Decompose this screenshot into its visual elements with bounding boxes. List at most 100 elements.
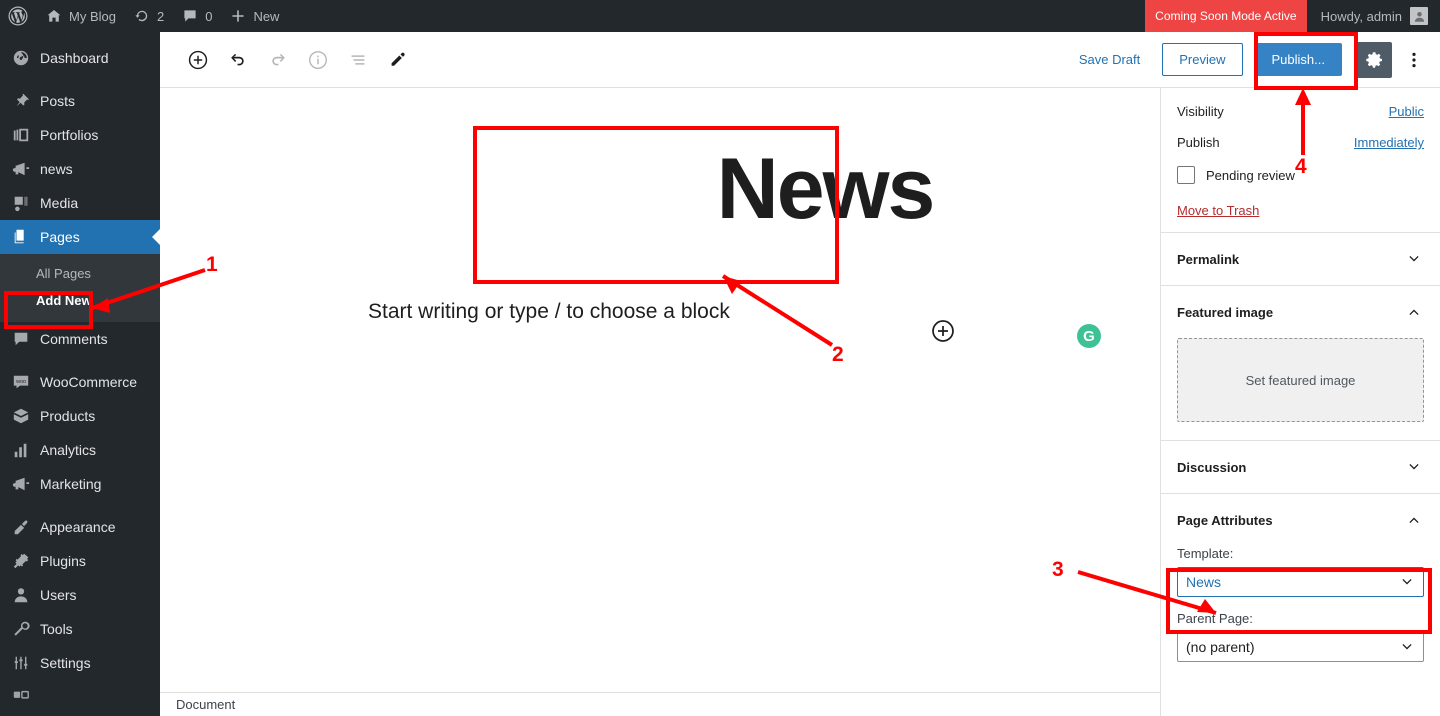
sidebar-item-plugins[interactable]: Plugins (0, 544, 160, 578)
pages-submenu: All Pages Add New (0, 254, 160, 322)
sidebar-item-marketing[interactable]: Marketing (0, 467, 160, 501)
set-featured-image-button[interactable]: Set featured image (1177, 338, 1424, 422)
chevron-down-icon (1409, 464, 1419, 470)
sidebar-item-posts[interactable]: Posts (0, 84, 160, 118)
move-to-trash-link[interactable]: Move to Trash (1177, 203, 1259, 218)
list-view-button[interactable] (340, 42, 376, 78)
sidebar-item-woocommerce[interactable]: woo WooCommerce (0, 365, 160, 399)
visibility-value-button[interactable]: Public (1389, 104, 1424, 119)
sidebar-item-comments[interactable]: Comments (0, 322, 160, 356)
seo-icon (11, 687, 31, 707)
admin-bar: My Blog 2 0 New Coming Soon Mode Active … (0, 0, 1440, 32)
home-icon (47, 10, 61, 22)
more-options-button[interactable] (1396, 42, 1432, 78)
sidebar-item-dashboard[interactable]: Dashboard (0, 41, 160, 75)
pencil-icon (391, 52, 405, 66)
page-attributes-panel-header[interactable]: Page Attributes (1161, 494, 1440, 546)
info-icon (309, 50, 327, 69)
settings-sidebar-toggle[interactable] (1356, 41, 1392, 78)
sidebar-item-label: news (40, 161, 73, 177)
publish-date-button[interactable]: Immediately (1354, 135, 1424, 150)
sidebar-item-settings[interactable]: Settings (0, 646, 160, 680)
site-name-menu[interactable]: My Blog (37, 0, 125, 32)
template-label: Template: (1177, 546, 1234, 561)
preview-button[interactable]: Preview (1162, 43, 1243, 76)
sidebar-item-products[interactable]: Products (0, 399, 160, 433)
parent-page-select[interactable]: (no parent) (1177, 632, 1424, 662)
sidebar-item-media[interactable]: Media (0, 186, 160, 220)
coming-soon-badge[interactable]: Coming Soon Mode Active (1145, 0, 1307, 32)
gear-icon (1366, 51, 1382, 68)
wordpress-icon (8, 6, 28, 26)
post-title[interactable]: News (475, 146, 1160, 232)
pending-review-checkbox[interactable] (1177, 166, 1195, 184)
chevron-up-icon (1409, 309, 1419, 315)
template-select[interactable]: News (1177, 567, 1424, 597)
menu-spacer-3 (0, 501, 160, 510)
sidebar-item-label: Marketing (40, 476, 102, 492)
sidebar-item-label: Dashboard (40, 50, 109, 66)
sidebar-item-label: Analytics (40, 442, 97, 458)
comment-icon (11, 329, 31, 349)
sidebar-item-analytics[interactable]: Analytics (0, 433, 160, 467)
media-icon (11, 193, 31, 213)
save-draft-button[interactable]: Save Draft (1067, 46, 1152, 73)
add-block-button[interactable] (180, 42, 216, 78)
featured-image-label: Featured image (1177, 304, 1274, 320)
user-avatar-icon (1414, 11, 1424, 22)
submenu-item-all-pages[interactable]: All Pages (0, 260, 160, 287)
redo-icon (272, 53, 285, 65)
document-label[interactable]: Document (176, 697, 235, 712)
grammarly-icon[interactable]: G (1077, 324, 1101, 348)
plus-icon (232, 10, 245, 22)
menu-spacer-2 (0, 356, 160, 365)
settings-icon (11, 653, 31, 673)
sidebar-item-label: Media (40, 195, 79, 211)
sidebar-item-seo-partial[interactable] (0, 680, 160, 714)
sidebar-item-users[interactable]: Users (0, 578, 160, 612)
inline-block-inserter-button[interactable] (930, 318, 956, 344)
publish-row: Publish Immediately (1177, 135, 1424, 150)
undo-button[interactable] (220, 42, 256, 78)
comment-bubble-icon (184, 10, 196, 22)
visibility-row: Visibility Public (1177, 104, 1424, 119)
editor-status-bar: Document (160, 692, 1160, 716)
status-and-visibility-section: Visibility Public Publish Immediately Pe… (1161, 88, 1440, 232)
add-block-icon (932, 320, 954, 342)
dashboard-icon (11, 48, 31, 68)
analytics-icon (11, 440, 31, 460)
woocommerce-icon: woo (11, 372, 31, 392)
featured-image-panel-header[interactable]: Featured image (1161, 286, 1440, 338)
sidebar-item-tools[interactable]: Tools (0, 612, 160, 646)
user-account-menu[interactable]: Howdy, admin (1307, 0, 1440, 32)
updates-menu[interactable]: 2 (125, 0, 173, 32)
pending-review-row[interactable]: Pending review (1177, 166, 1424, 184)
sidebar-item-pages[interactable]: Pages (0, 220, 160, 254)
details-button[interactable] (300, 42, 336, 78)
howdy-label: Howdy, admin (1320, 8, 1402, 24)
sidebar-item-news[interactable]: news (0, 152, 160, 186)
sidebar-item-label: Portfolios (40, 127, 99, 143)
redo-button[interactable] (260, 42, 296, 78)
submenu-item-add-new[interactable]: Add New (0, 287, 160, 314)
featured-image-panel-body: Set featured image (1161, 338, 1440, 440)
sidebar-item-label: Appearance (40, 519, 116, 535)
comments-menu[interactable]: 0 (173, 0, 221, 32)
edit-mode-button[interactable] (380, 42, 416, 78)
permalink-panel-header[interactable]: Permalink (1161, 233, 1440, 285)
updates-count: 2 (156, 8, 165, 24)
publish-button[interactable]: Publish... (1254, 43, 1342, 76)
new-label: New (253, 8, 280, 24)
sidebar-item-label: WooCommerce (40, 374, 137, 390)
sidebar-item-appearance[interactable]: Appearance (0, 510, 160, 544)
discussion-panel-header[interactable]: Discussion (1161, 441, 1440, 493)
marketing-icon (11, 474, 31, 494)
page-attributes-panel-body: Template: News Parent Page: (no parent) (1161, 546, 1440, 694)
wordpress-logo-menu[interactable] (0, 0, 37, 32)
chevron-down-icon (1397, 572, 1417, 592)
block-placeholder-text[interactable]: Start writing or type / to choose a bloc… (368, 300, 730, 324)
pending-review-label: Pending review (1206, 167, 1295, 183)
new-content-menu[interactable]: New (221, 0, 288, 32)
sidebar-item-portfolios[interactable]: Portfolios (0, 118, 160, 152)
template-selected-value: News (1186, 574, 1222, 590)
